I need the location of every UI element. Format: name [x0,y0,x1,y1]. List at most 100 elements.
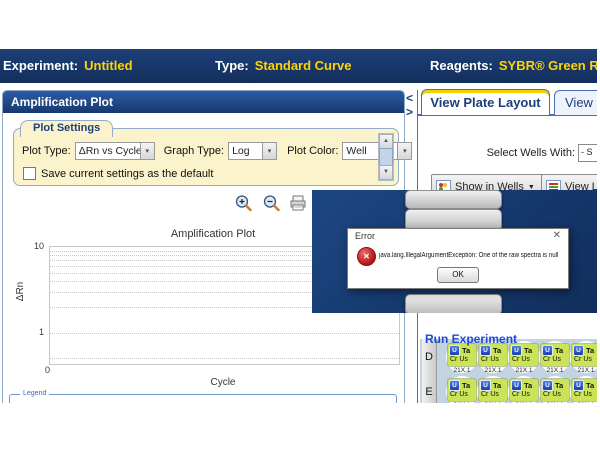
plate-well[interactable]: UTaCr Us [479,344,507,366]
plot-type-label: Plot Type: [22,145,71,157]
plate-well[interactable]: UTaCr Us [510,379,538,401]
well-sample-label: 21X.1 [479,402,507,403]
well-target-label-2: Cr Us [450,356,476,363]
well-sample-label: 21X.1 [541,367,569,374]
well-sample-label: 21X.1 [448,367,476,374]
task-unknown-icon: U [449,345,460,356]
well-target-label-2: Cr Us [481,356,507,363]
x-axis-label: Cycle [123,377,323,388]
well-sample-label: 21X.1 [541,402,569,403]
well-sample-label: 21X.1 [572,402,597,403]
well-sample-label: 21X.1 [510,402,538,403]
reagents-value: SYBR® Green R [499,58,597,73]
chart-title: Amplification Plot [103,228,323,240]
task-unknown-icon: U [511,380,522,391]
save-default-label: Save current settings as the default [41,168,213,180]
run-experiment-button[interactable]: Run Experiment [425,332,517,346]
well-sample-label: 21X.1 [572,367,597,374]
error-message: java.lang.IllegalArgumentException: One … [379,252,558,259]
well-target-label: Ta [586,346,594,355]
gridline [50,333,399,334]
zoom-in-icon [234,194,252,212]
select-wells-dropdown[interactable]: - S [578,144,597,162]
task-unknown-icon: U [573,345,584,356]
print-button[interactable] [289,194,307,212]
save-default-checkbox[interactable] [23,167,36,180]
task-unknown-icon: U [511,345,522,356]
well-target-label: Ta [493,381,501,390]
type-field: Type: Standard Curve [215,58,352,73]
y-tick-label: 1 [39,327,44,337]
plate-well[interactable]: UTaCr Us [541,379,569,401]
legend-fieldset: Legend [9,394,397,403]
type-label: Type: [215,58,249,73]
experiment-label: Experiment: [3,58,78,73]
error-dialog: Error ✕ ✕ java.lang.IllegalArgumentExcep… [347,228,569,289]
plot-settings-tab[interactable]: Plot Settings [20,120,113,137]
task-unknown-icon: U [480,345,491,356]
print-icon [289,194,307,212]
scroll-down-arrow-icon[interactable]: ▼ [379,165,393,180]
plot-type-select[interactable]: ΔRn vs Cycle ▾ [75,142,155,160]
well-target-label: Ta [493,346,501,355]
plate-grid: DUTaCr Us21X.1UTaCr Us21X.1UTaCr Us21X.1… [420,339,597,403]
well-target-label: Ta [555,346,563,355]
y-axis-ticks: 101 [25,246,47,363]
zoom-out-icon [262,194,280,212]
select-wells-label: Select Wells With: [468,147,575,159]
well-target-label-2: Cr Us [512,356,538,363]
well-target-label-2: Cr Us [543,356,569,363]
tab-view-plate-layout[interactable]: View Plate Layout [421,89,550,115]
experiment-field: Experiment: Untitled [3,58,133,73]
well-target-label: Ta [524,381,532,390]
y-axis-label: ΔRn [15,282,26,301]
ok-button[interactable]: OK [437,267,479,283]
plate-row-label: D [422,344,436,372]
well-target-label-2: Cr Us [574,356,597,363]
graph-type-select[interactable]: Log ▾ [228,142,277,160]
gridline [50,358,399,359]
plate-well[interactable]: UTaCr Us [448,344,476,366]
chevron-down-icon: ▾ [262,143,276,159]
collapse-right-button[interactable]: > [406,106,413,118]
experiment-info-bar: Experiment:Untitled Type:Standard Curve … [0,49,597,83]
experiment-value: Untitled [84,58,132,73]
zoom-in-button[interactable] [234,194,252,212]
task-unknown-icon: U [542,345,553,356]
well-target-label: Ta [555,381,563,390]
tab-view-well-table[interactable]: View [554,90,597,116]
dialog-title: Error [355,231,375,241]
settings-scrollbar[interactable]: ▲ ▼ [378,133,394,181]
type-value: Standard Curve [255,58,352,73]
zoom-out-button[interactable] [262,194,280,212]
instrument-button[interactable] [405,294,502,313]
plate-well[interactable]: UTaCr Us [448,379,476,401]
plate-well[interactable]: UTaCr Us [541,344,569,366]
well-target-label: Ta [462,346,470,355]
panel-title: Amplification Plot [3,91,404,113]
instrument-button[interactable] [405,190,502,209]
well-sample-label: 21X.1 [479,367,507,374]
well-sample-label: 21X.1 [448,402,476,403]
error-icon: ✕ [357,247,376,266]
plate-well[interactable]: UTaCr Us [572,344,597,366]
chevron-down-icon: ▾ [140,143,154,159]
well-target-label-2: Cr Us [450,391,476,398]
task-unknown-icon: U [573,380,584,391]
plate-well[interactable]: UTaCr Us [510,344,538,366]
scrollbar-thumb[interactable] [379,148,393,166]
plate-well[interactable]: UTaCr Us [572,379,597,401]
close-icon[interactable]: ✕ [553,230,561,241]
well-target-label: Ta [524,346,532,355]
task-unknown-icon: U [480,380,491,391]
collapse-left-button[interactable]: < [406,92,413,104]
chevron-down-icon: ▾ [397,143,411,159]
scroll-up-arrow-icon[interactable]: ▲ [379,134,393,149]
task-unknown-icon: U [449,380,460,391]
well-sample-label: 21X.1 [510,367,538,374]
plate-well[interactable]: UTaCr Us [479,379,507,401]
x-tick-label: 0 [45,365,50,375]
graph-type-label: Graph Type: [164,145,224,157]
reagents-field: Reagents:SYBR® Green R [430,58,597,73]
y-tick-label: 10 [34,241,44,251]
